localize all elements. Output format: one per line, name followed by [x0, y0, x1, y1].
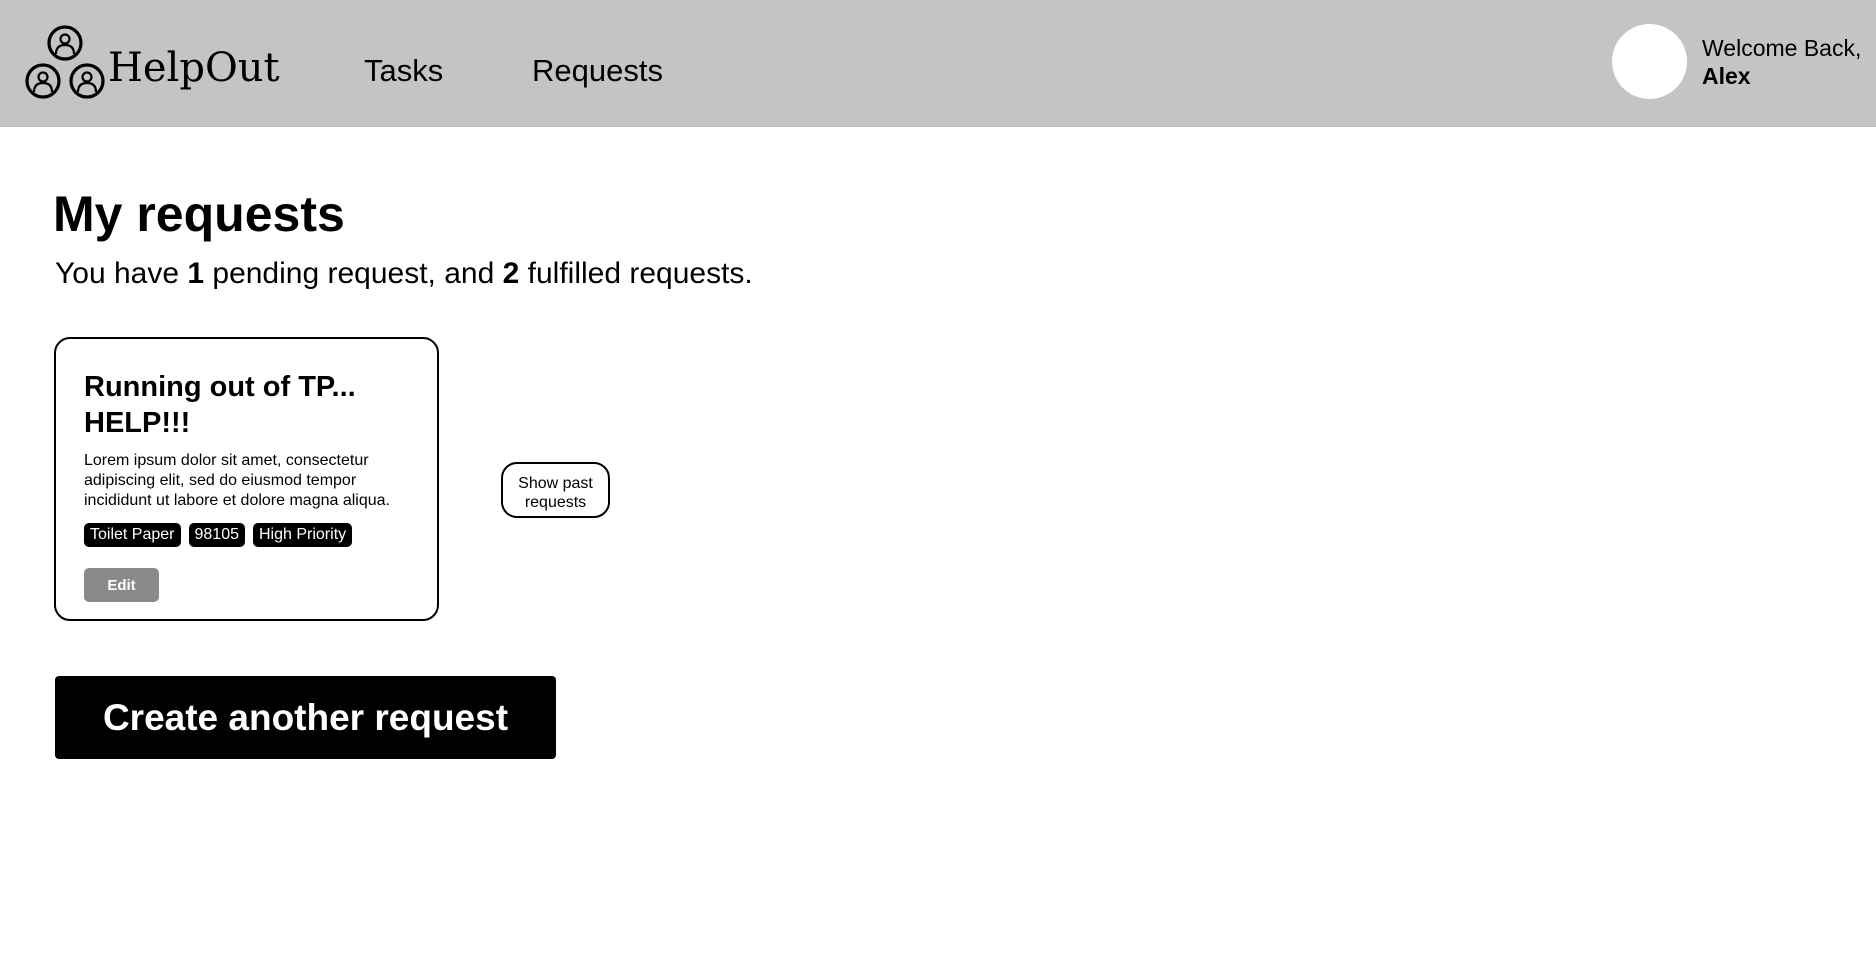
request-tags: Toilet Paper 98105 High Priority [84, 523, 353, 547]
show-past-requests-button[interactable]: Show past requests [501, 462, 610, 518]
top-nav-bar: HelpOut Tasks Requests Welcome Back, Ale… [0, 0, 1876, 127]
summary-suffix: fulfilled requests. [519, 257, 753, 290]
brand-name[interactable]: HelpOut [108, 44, 280, 92]
pending-count: 1 [187, 257, 205, 290]
nav-requests-link[interactable]: Requests [532, 52, 663, 90]
summary-prefix: You have [55, 257, 188, 290]
create-request-button[interactable]: Create another request [55, 676, 556, 759]
welcome-message: Welcome Back, Alex [1702, 34, 1861, 90]
fulfilled-count: 2 [502, 257, 520, 290]
request-card[interactable]: Running out of TP... HELP!!! Lorem ipsum… [54, 337, 439, 621]
tag-category: Toilet Paper [84, 523, 181, 547]
request-title: Running out of TP... HELP!!! [84, 371, 356, 439]
page-title: My requests [53, 186, 345, 242]
tag-zipcode: 98105 [188, 523, 245, 547]
summary-middle: pending request, and [204, 257, 503, 290]
request-description: Lorem ipsum dolor sit amet, consectetur … [84, 452, 390, 509]
user-avatar[interactable] [1612, 24, 1687, 99]
nav-tasks-link[interactable]: Tasks [364, 52, 443, 90]
helpers-group-icon[interactable] [24, 24, 106, 102]
welcome-text: Welcome Back, [1702, 35, 1862, 61]
requests-summary: You have 1 pending request, and 2 fulfil… [55, 256, 753, 292]
tag-priority: High Priority [253, 523, 353, 547]
edit-request-button[interactable]: Edit [84, 568, 159, 602]
user-name: Alex [1702, 63, 1751, 89]
